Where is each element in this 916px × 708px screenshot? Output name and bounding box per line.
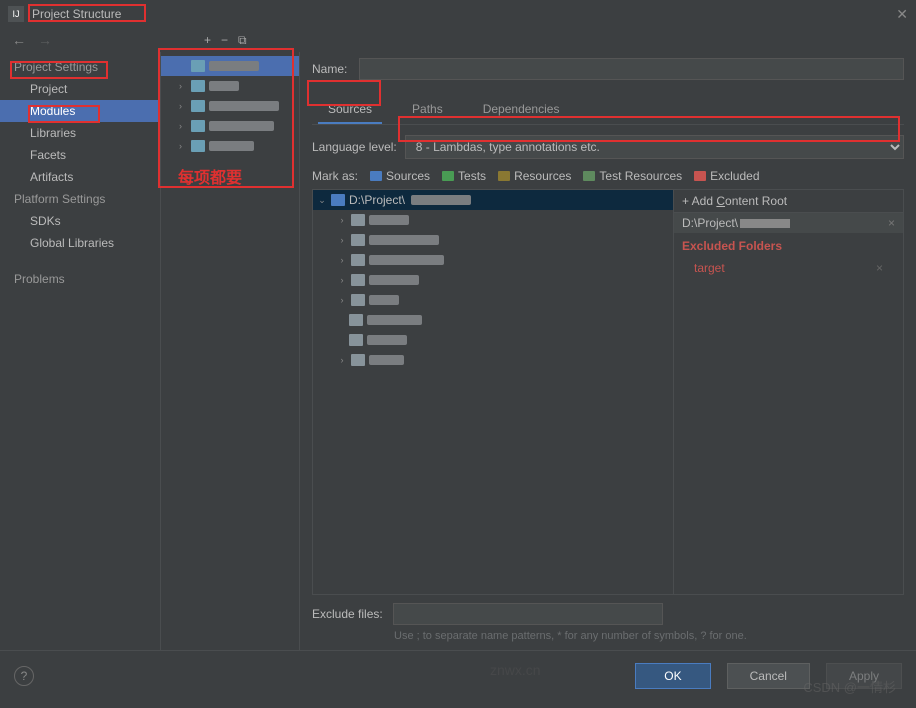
window-title: Project Structure (32, 7, 121, 21)
sidebar-item-global-libs[interactable]: Global Libraries (0, 232, 160, 254)
cancel-button[interactable]: Cancel (727, 663, 810, 689)
watermark: CSDN @一情杉 (803, 677, 896, 696)
sidebar-item-sdks[interactable]: SDKs (0, 210, 160, 232)
module-item[interactable] (161, 56, 299, 76)
section-project-settings: Project Settings (0, 56, 160, 78)
mark-sources[interactable]: Sources (370, 169, 430, 183)
sidebar-item-libraries[interactable]: Libraries (0, 122, 160, 144)
exclude-files-label: Exclude files: (312, 607, 383, 621)
module-item[interactable]: › (161, 76, 299, 96)
mark-as-label: Mark as: (312, 169, 358, 183)
sidebar-item-modules[interactable]: Modules (0, 100, 160, 122)
help-icon[interactable]: ? (14, 666, 34, 686)
section-platform-settings: Platform Settings (0, 188, 160, 210)
name-input[interactable] (359, 58, 904, 80)
language-level-label: Language level: (312, 140, 397, 154)
remove-icon[interactable]: − (221, 33, 228, 48)
sidebar-item-artifacts[interactable]: Artifacts (0, 166, 160, 188)
remove-root-icon[interactable]: × (888, 216, 895, 230)
folder-tree[interactable]: ⌄D:\Project\ › › › › › › (312, 189, 674, 595)
module-list: › › › › (160, 52, 300, 650)
remove-excluded-icon[interactable]: × (876, 261, 883, 275)
tab-sources[interactable]: Sources (318, 96, 382, 124)
tab-dependencies[interactable]: Dependencies (473, 96, 570, 124)
tree-item[interactable]: › (313, 250, 673, 270)
add-content-root[interactable]: + Add Content Root (674, 190, 903, 213)
exclude-files-input[interactable] (393, 603, 663, 625)
tree-item[interactable]: › (313, 290, 673, 310)
tree-item[interactable]: › (313, 270, 673, 290)
content-root-panel: + Add Content Root D:\Project\× Excluded… (674, 189, 904, 595)
tree-root[interactable]: ⌄D:\Project\ (313, 190, 673, 210)
exclude-hint: Use ; to separate name patterns, * for a… (394, 629, 904, 644)
tab-paths[interactable]: Paths (402, 96, 453, 124)
tree-item[interactable]: › (313, 350, 673, 370)
copy-icon[interactable]: ⧉ (238, 33, 247, 48)
module-item[interactable]: › (161, 136, 299, 156)
add-icon[interactable]: + (204, 33, 211, 48)
tree-item[interactable] (313, 330, 673, 350)
forward-icon[interactable]: → (38, 32, 52, 48)
mark-resources[interactable]: Resources (498, 169, 571, 183)
sidebar-item-project[interactable]: Project (0, 78, 160, 100)
sidebar-item-problems[interactable]: Problems (0, 268, 160, 290)
module-item[interactable]: › (161, 96, 299, 116)
name-label: Name: (312, 62, 347, 76)
watermark: znwx.cn (490, 662, 541, 678)
close-icon[interactable]: ✕ (896, 6, 908, 23)
sidebar: Project Settings Project Modules Librari… (0, 52, 160, 650)
ok-button[interactable]: OK (635, 663, 710, 689)
back-icon[interactable]: ← (12, 32, 26, 48)
module-item[interactable]: › (161, 116, 299, 136)
excluded-folders-label: Excluded Folders (674, 233, 903, 259)
annotation-text: 每项都要 (178, 164, 242, 188)
tree-item[interactable]: › (313, 210, 673, 230)
tree-item[interactable] (313, 310, 673, 330)
mark-test-resources[interactable]: Test Resources (583, 169, 682, 183)
mark-excluded[interactable]: Excluded (694, 169, 759, 183)
language-level-select[interactable]: 8 - Lambdas, type annotations etc. (405, 135, 904, 159)
tree-item[interactable]: › (313, 230, 673, 250)
app-icon: IJ (8, 6, 24, 22)
mark-tests[interactable]: Tests (442, 169, 486, 183)
content-root-path[interactable]: D:\Project\× (674, 213, 903, 233)
sidebar-item-facets[interactable]: Facets (0, 144, 160, 166)
excluded-target[interactable]: target× (674, 259, 903, 277)
